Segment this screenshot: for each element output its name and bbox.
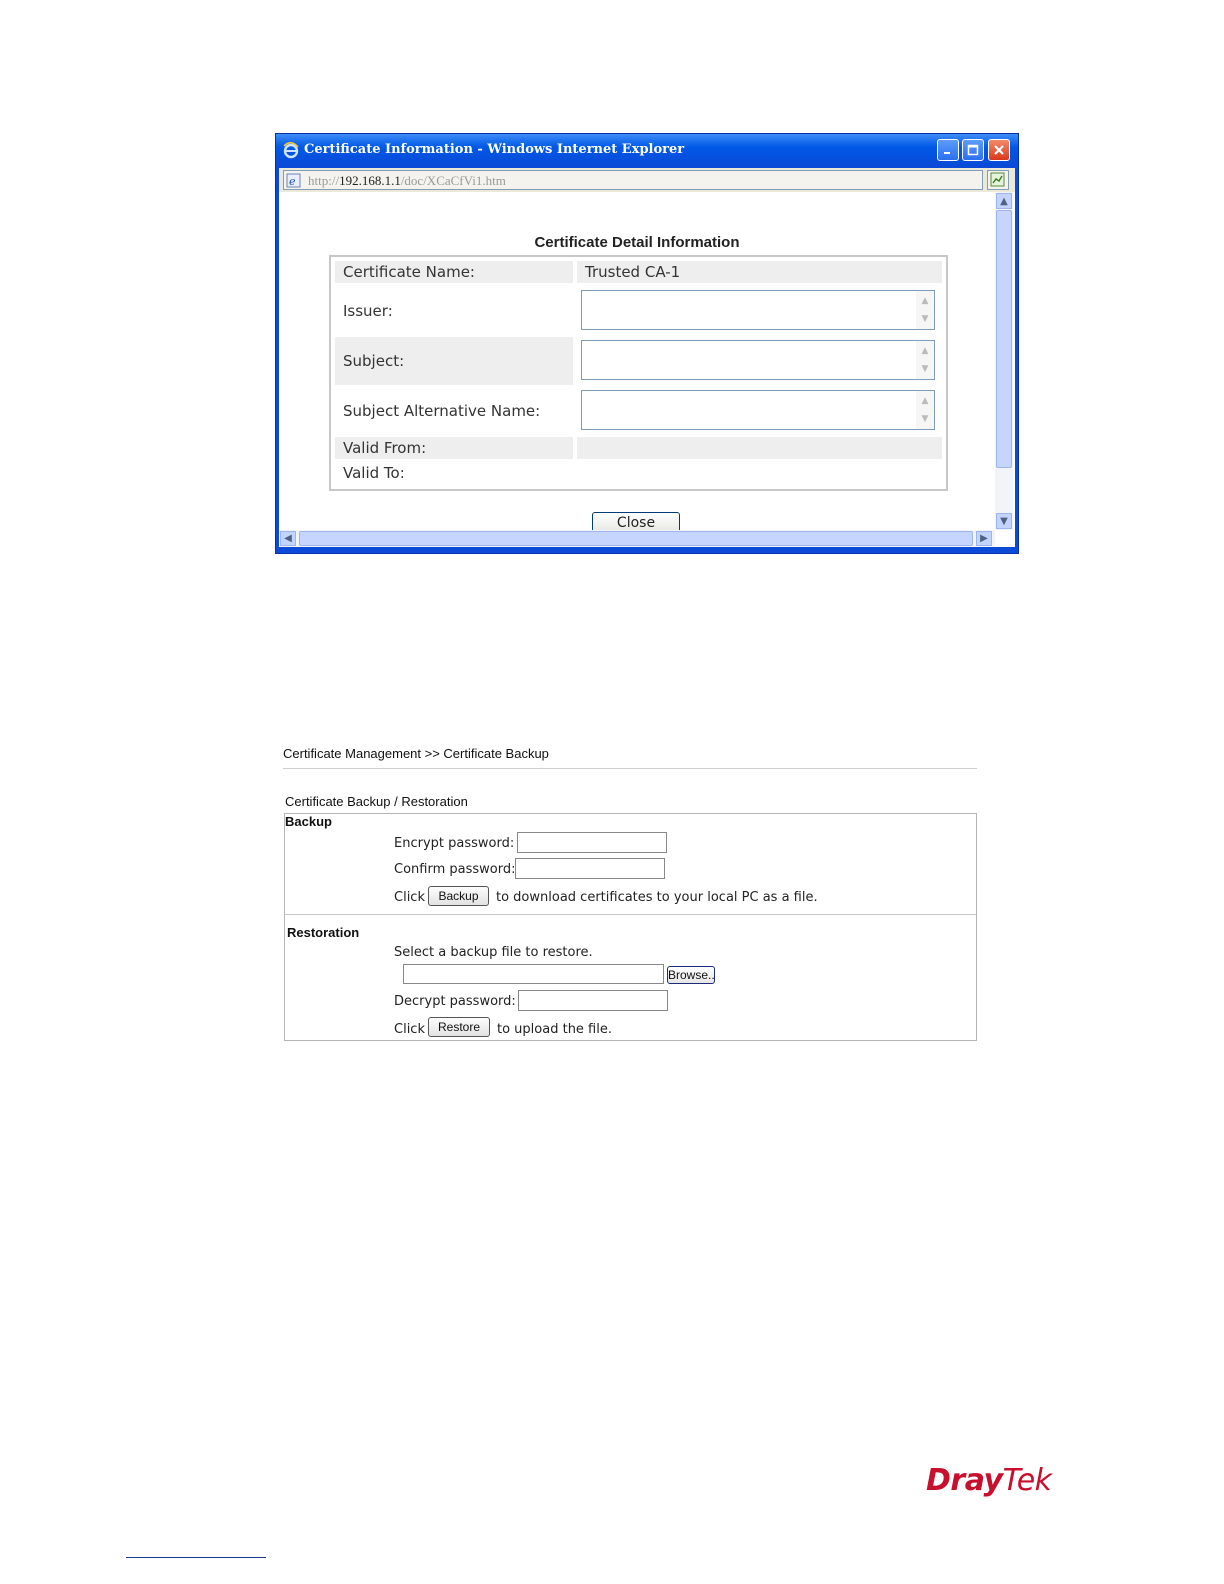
valid-from-value — [577, 437, 942, 459]
chevron-down-icon: ▼ — [921, 414, 929, 424]
confirm-password-label: Confirm password: — [394, 862, 516, 877]
chevron-up-icon: ▲ — [921, 396, 929, 406]
browse-button[interactable]: Browse.. — [667, 966, 715, 984]
address-field[interactable]: e http://192.168.1.1/doc/XCaCfVi1.htm — [283, 170, 983, 190]
row-certificate-name: Certificate Name: Trusted CA-1 — [335, 261, 942, 283]
logo-tek: Tek — [1002, 1463, 1052, 1498]
vertical-scroll-thumb[interactable] — [996, 210, 1012, 468]
breadcrumb-divider — [283, 768, 977, 769]
maximize-icon — [963, 140, 983, 160]
maximize-button[interactable] — [962, 139, 984, 161]
decrypt-password-input[interactable] — [518, 990, 668, 1011]
logo-dray: Dray — [926, 1463, 1003, 1498]
close-window-button[interactable] — [988, 139, 1010, 161]
ie-logo-icon — [283, 141, 299, 159]
chevron-up-icon: ▲ — [921, 346, 929, 356]
draytek-logo: DrayTek — [926, 1463, 1052, 1498]
backup-file-input[interactable] — [403, 964, 664, 984]
close-icon — [989, 140, 1009, 160]
minimize-button[interactable] — [937, 139, 959, 161]
san-textarea[interactable]: ▲ ▼ — [581, 390, 935, 430]
encrypt-password-label: Encrypt password: — [394, 836, 515, 851]
subject-scrollbar[interactable]: ▲ ▼ — [916, 341, 934, 379]
page-icon: e — [286, 173, 301, 188]
san-scrollbar[interactable]: ▲ ▼ — [916, 391, 934, 429]
issuer-textarea[interactable]: ▲ ▼ — [581, 290, 935, 330]
feed-icon — [990, 172, 1005, 187]
decrypt-password-label: Decrypt password: — [394, 994, 516, 1009]
breadcrumb: Certificate Management >> Certificate Ba… — [283, 746, 549, 761]
address-host: 192.168.1.1 — [339, 173, 401, 188]
vertical-scrollbar[interactable]: ▲ ▼ — [995, 192, 1013, 530]
feed-button[interactable] — [987, 170, 1009, 190]
address-text: http://192.168.1.1/doc/XCaCfVi1.htm — [308, 173, 506, 189]
confirm-password-input[interactable] — [515, 858, 665, 879]
subject-textarea[interactable]: ▲ ▼ — [581, 340, 935, 380]
chevron-down-icon: ▼ — [921, 314, 929, 324]
title-bar[interactable]: Certificate Information - Windows Intern… — [276, 134, 1018, 167]
scroll-left-icon[interactable]: ◀ — [280, 531, 296, 546]
cert-detail-table: Certificate Name: Trusted CA-1 Issuer: ▲… — [329, 255, 948, 491]
valid-from-label: Valid From: — [335, 437, 573, 459]
scroll-down-icon[interactable]: ▼ — [996, 513, 1012, 529]
chevron-up-icon: ▲ — [921, 296, 929, 306]
browser-content: Certificate Detail Information Certifica… — [279, 192, 1015, 547]
section-divider — [285, 914, 976, 915]
select-backup-label: Select a backup file to restore. — [394, 945, 593, 960]
restore-click-label: Click — [394, 1022, 425, 1037]
horizontal-scrollbar[interactable]: ◀ ▶ — [279, 530, 995, 547]
backup-description: to download certificates to your local P… — [496, 890, 818, 905]
minimize-icon — [938, 140, 958, 160]
valid-to-label: Valid To: — [343, 464, 405, 482]
window-title: Certificate Information - Windows Intern… — [304, 142, 685, 157]
row-valid-from: Valid From: — [335, 437, 942, 459]
scroll-right-icon[interactable]: ▶ — [976, 531, 992, 546]
ie-window: Certificate Information - Windows Intern… — [275, 133, 1019, 554]
restoration-section-label: Restoration — [287, 925, 360, 940]
address-prefix: http:// — [308, 173, 340, 188]
issuer-scrollbar[interactable]: ▲ ▼ — [916, 291, 934, 329]
subject-label: Subject: — [335, 337, 573, 385]
address-bar: e http://192.168.1.1/doc/XCaCfVi1.htm — [279, 168, 1015, 192]
restore-description: to upload the file. — [497, 1022, 612, 1037]
issuer-label: Issuer: — [343, 302, 393, 320]
row-valid-to: Valid To: — [335, 462, 942, 484]
footer-rule — [126, 1557, 266, 1558]
panel-title: Certificate Backup / Restoration — [285, 794, 468, 809]
horizontal-scroll-thumb[interactable] — [299, 531, 973, 546]
address-path: /doc/XCaCfVi1.htm — [400, 173, 506, 188]
restore-button[interactable]: Restore — [428, 1017, 490, 1037]
backup-button[interactable]: Backup — [428, 886, 489, 906]
chevron-down-icon: ▼ — [921, 364, 929, 374]
san-label: Subject Alternative Name: — [343, 402, 541, 420]
cert-name-value: Trusted CA-1 — [577, 261, 942, 283]
encrypt-password-input[interactable] — [517, 832, 667, 853]
svg-text:e: e — [289, 175, 296, 188]
backup-click-label: Click — [394, 890, 425, 905]
backup-section-label: Backup — [285, 814, 332, 829]
scroll-up-icon[interactable]: ▲ — [996, 193, 1012, 209]
cert-detail-heading: Certificate Detail Information — [534, 234, 740, 251]
cert-name-label: Certificate Name: — [335, 261, 573, 283]
